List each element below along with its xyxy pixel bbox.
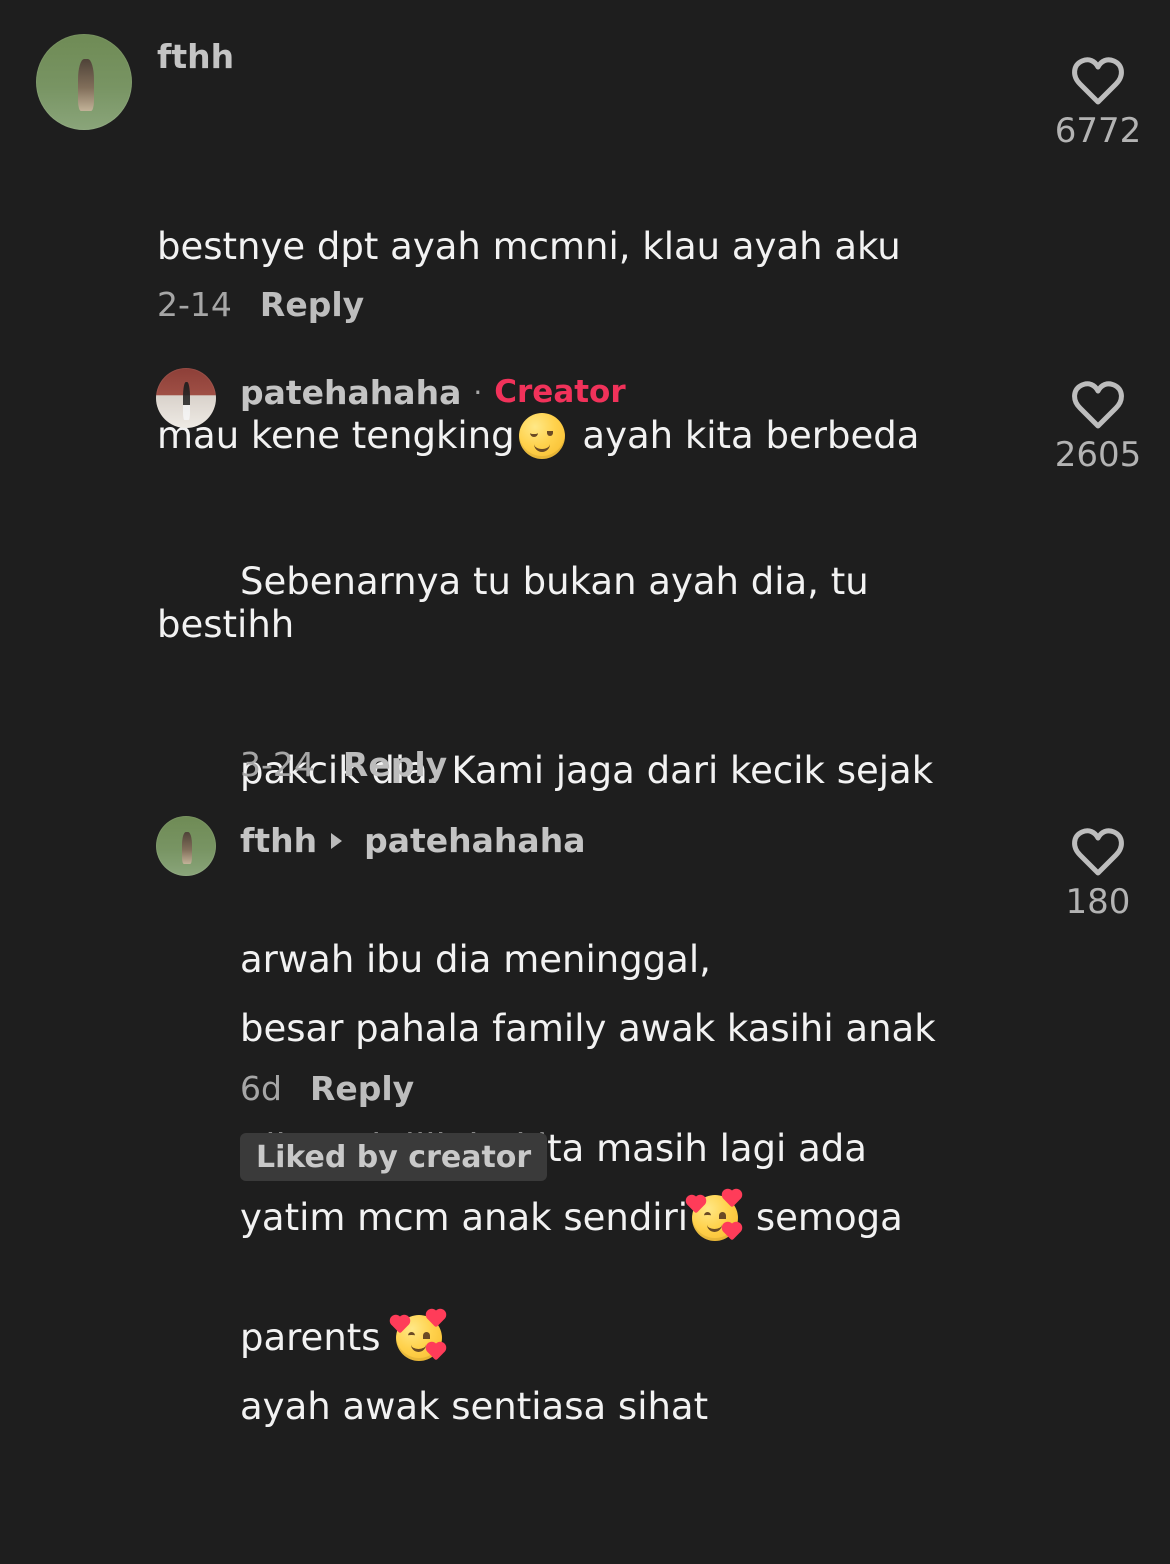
avatar[interactable] (156, 368, 216, 428)
timestamp: 3-24 (240, 745, 315, 784)
avatar[interactable] (156, 816, 216, 876)
comment-line: bestnye dpt ayah mcmni, klau ayah aku (157, 215, 977, 278)
reply-button[interactable]: Reply (310, 1072, 414, 1105)
liked-by-creator-badge: Liked by creator (240, 1133, 548, 1181)
like-group: 6772 (1038, 55, 1158, 148)
reply-target-username[interactable]: patehahaha (364, 824, 585, 857)
comment-line: yatim mcm anak sendiri semoga (240, 1186, 1000, 1249)
comment-text-segment: yatim mcm anak sendiri (240, 1196, 689, 1239)
like-count: 180 (1065, 882, 1131, 922)
comment-text-segment: besar pahala family awak kasihi anak (240, 1007, 936, 1050)
meta-separator: · (473, 375, 483, 409)
timestamp: 6d (240, 1069, 282, 1108)
like-count: 6772 (1054, 111, 1142, 151)
comment-meta-row: fthh (157, 40, 234, 73)
comment-text-segment: semoga (744, 1196, 903, 1239)
smiling-face-with-hearts-emoji (687, 1190, 741, 1241)
username[interactable]: fthh (240, 824, 317, 857)
username[interactable]: fthh (157, 40, 234, 73)
avatar[interactable] (36, 34, 132, 130)
reply-button[interactable]: Reply (343, 748, 447, 781)
comment-meta-row: patehahaha · Creator (240, 376, 626, 409)
heart-icon (723, 1223, 741, 1240)
comment-line: Sebenarnya tu bukan ayah dia, tu (240, 550, 1000, 613)
creator-badge: Creator (494, 374, 626, 410)
comment-text: besar pahala family awak kasihi anak yat… (240, 871, 1000, 1564)
comment-text-segment: ayah awak sentiasa sihat (240, 1385, 709, 1428)
comment-line: ayah awak sentiasa sihat (240, 1375, 1000, 1438)
comment-line: besar pahala family awak kasihi anak (240, 997, 1000, 1060)
comment-meta-row: fthh patehahaha (240, 824, 585, 857)
comment-footer: 2-14 Reply (157, 288, 364, 321)
username[interactable]: patehahaha (240, 376, 461, 409)
heart-icon (723, 1190, 741, 1207)
reply-arrow-icon (331, 832, 343, 849)
comment-footer: 3-24 Reply (240, 748, 447, 781)
timestamp: 2-14 (157, 285, 232, 324)
like-group: 2605 (1038, 379, 1158, 472)
like-group: 180 (1038, 826, 1158, 919)
heart-outline-icon[interactable] (1070, 826, 1126, 878)
like-count: 2605 (1054, 435, 1142, 475)
heart-outline-icon[interactable] (1070, 379, 1126, 431)
heart-icon (687, 1196, 705, 1213)
comment-text-segment: Sebenarnya tu bukan ayah dia, tu (240, 560, 869, 603)
heart-outline-icon[interactable] (1070, 55, 1126, 107)
comment-text-segment: bestnye dpt ayah mcmni, klau ayah aku (157, 225, 901, 268)
reply-button[interactable]: Reply (260, 288, 364, 321)
comment-footer: 6d Reply (240, 1072, 414, 1105)
